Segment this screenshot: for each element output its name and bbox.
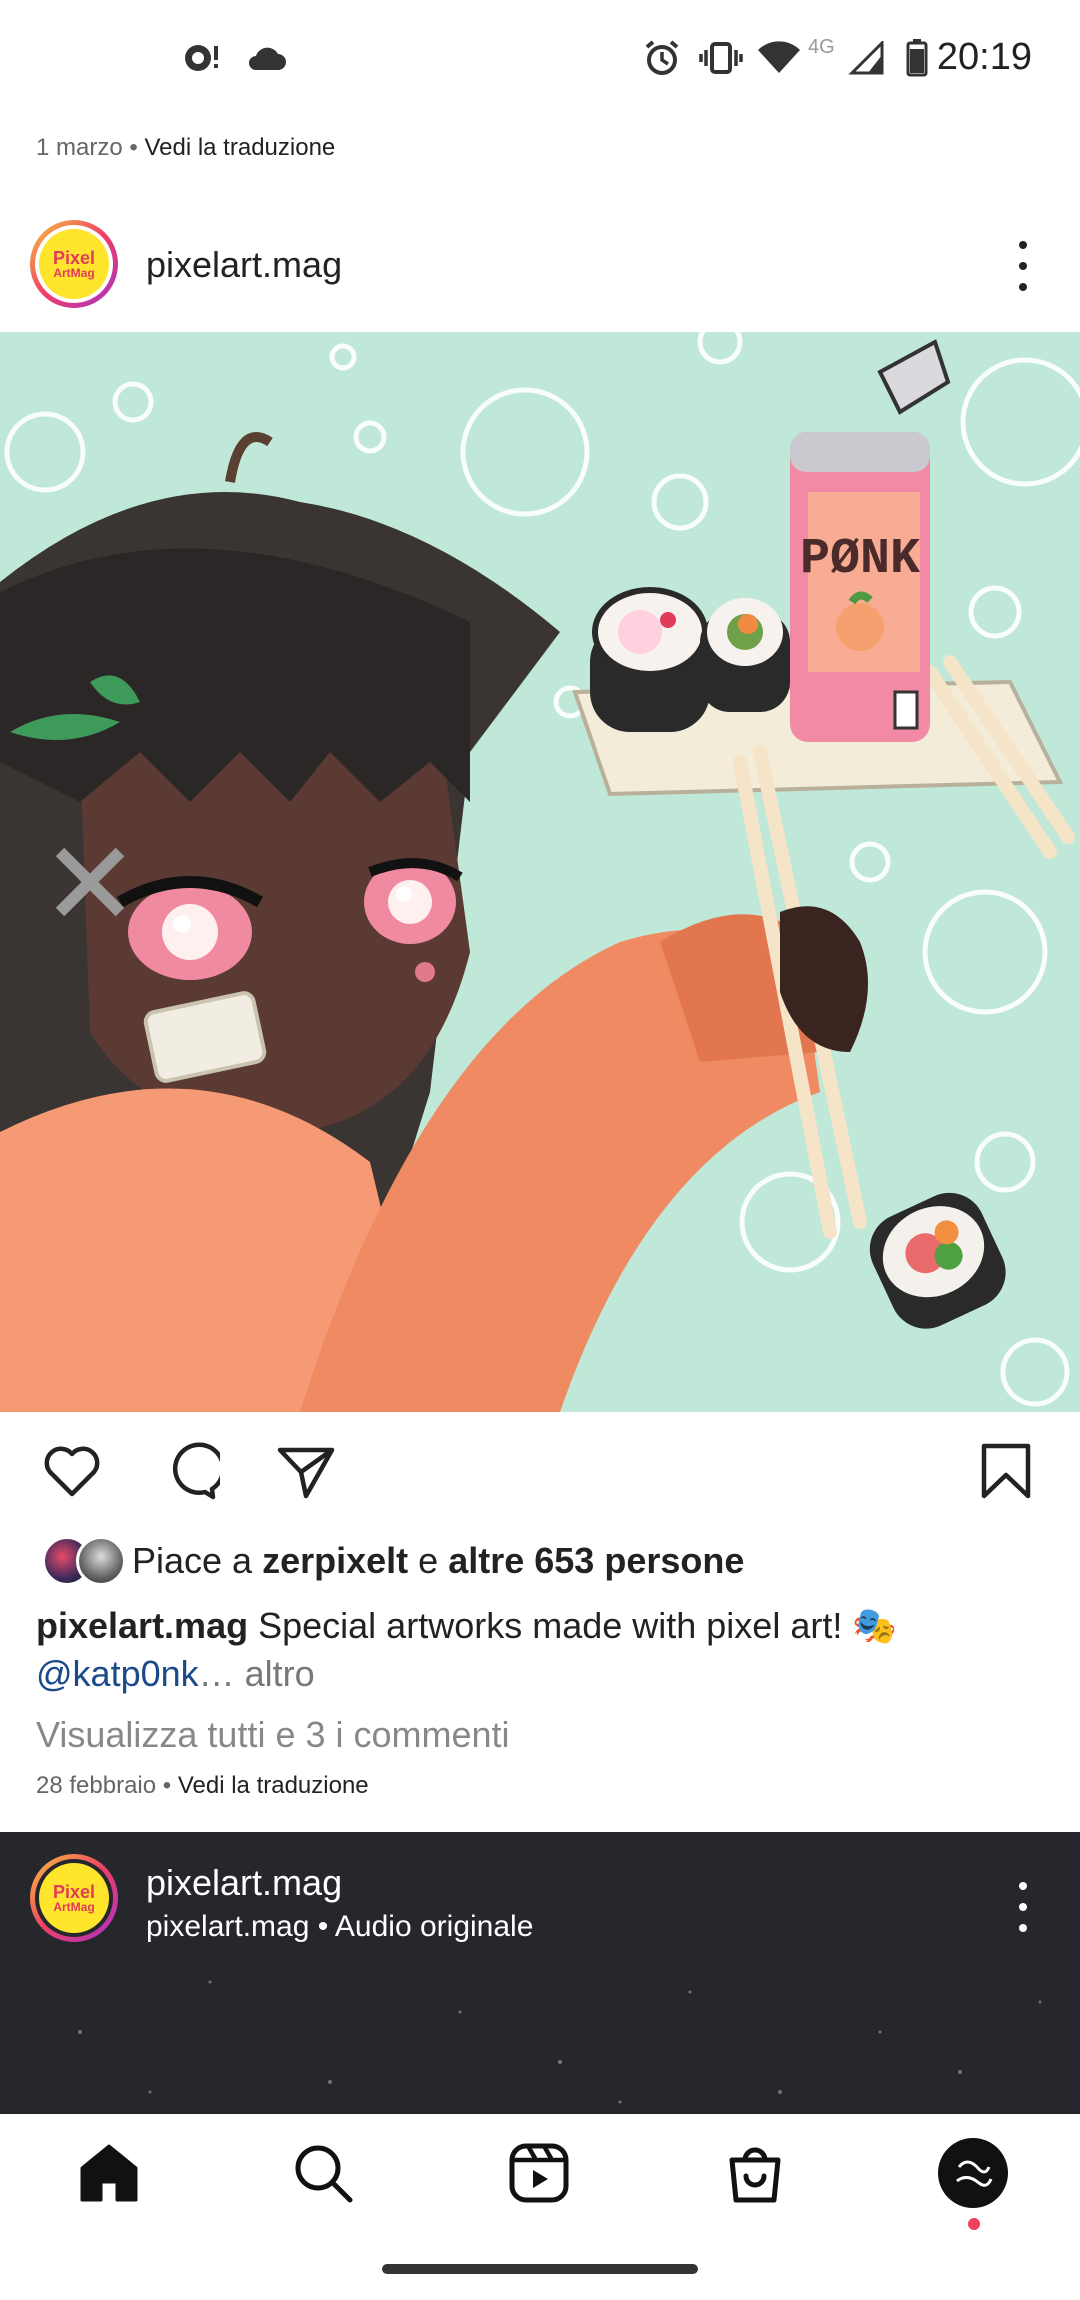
avatar-logo-subtext: ArtMag <box>53 266 95 280</box>
shop-icon <box>729 2147 781 2203</box>
avatar-logo-subtext: ArtMag <box>53 1900 95 1914</box>
reel-post[interactable]: Pixel ArtMag pixelart.mag pixelart.mag • … <box>0 1832 1080 2114</box>
post-caption: pixelart.mag Special artworks made with … <box>36 1602 1046 1698</box>
network-type-label: 4G <box>808 36 835 58</box>
wifi-icon <box>756 38 802 78</box>
caption-ellipsis: … <box>198 1653 235 1694</box>
home-indicator[interactable] <box>382 2264 698 2274</box>
previous-post-translate-link[interactable]: Vedi la traduzione <box>144 134 335 161</box>
previous-post-date: 1 marzo <box>36 134 123 161</box>
nav-profile[interactable] <box>936 2136 1010 2210</box>
search-icon <box>295 2145 353 2203</box>
nav-shop[interactable] <box>722 2140 788 2206</box>
avatar-logo-text: Pixel <box>52 248 96 268</box>
post-options-button[interactable] <box>1008 241 1038 291</box>
previous-post-meta: 1 marzo • Vedi la traduzione <box>36 134 336 161</box>
save-button[interactable] <box>976 1442 1036 1502</box>
chat-notification-icon <box>180 38 224 78</box>
vibrate-icon <box>698 38 744 78</box>
status-bar: 4G 20:19 <box>0 0 1080 120</box>
post-illustration: PØNK <box>0 332 1080 1412</box>
heart-icon <box>44 1446 100 1497</box>
post-author-avatar[interactable]: Pixel ArtMag <box>30 220 118 308</box>
share-button[interactable] <box>276 1442 336 1502</box>
caption-username[interactable]: pixelart.mag <box>36 1605 248 1646</box>
sushi-rolls <box>590 587 790 732</box>
comment-button[interactable] <box>160 1442 226 1502</box>
profile-avatar <box>938 2138 1008 2208</box>
like-button[interactable] <box>42 1442 102 1502</box>
battery-icon <box>902 38 932 78</box>
reel-options-button[interactable] <box>1008 1882 1038 1932</box>
nav-home[interactable] <box>76 2140 142 2206</box>
reel-author-avatar[interactable]: Pixel ArtMag <box>30 1854 118 1942</box>
can-label: PØNK <box>800 531 920 588</box>
avatar-logo-text: Pixel <box>52 1882 96 1902</box>
post-image[interactable]: PØNK <box>0 332 1080 1412</box>
post-date: 28 febbraio <box>36 1772 157 1799</box>
post-author-username[interactable]: pixelart.mag <box>146 244 342 286</box>
likes-others[interactable]: altre 653 persone <box>448 1540 744 1582</box>
likes-user[interactable]: zerpixelt <box>262 1540 408 1582</box>
liker-avatar <box>76 1536 126 1586</box>
caption-text: Special artworks made with pixel art! 🎭 <box>258 1605 898 1646</box>
caption-more-link[interactable]: altro <box>245 1653 315 1694</box>
likes-and: e <box>418 1540 439 1581</box>
post-translate-link[interactable]: Vedi la traduzione <box>178 1772 369 1799</box>
post-meta: 28 febbraio • Vedi la traduzione <box>36 1772 369 1799</box>
reel-audio-label[interactable]: pixelart.mag • Audio originale <box>146 1910 533 1944</box>
view-comments-link[interactable]: Visualizza tutti e 3 i commenti <box>36 1714 510 1756</box>
home-icon <box>80 2144 138 2202</box>
reels-icon <box>509 2143 569 2203</box>
likes-summary[interactable]: Piace a zerpixelt e altre 653 persone <box>36 1536 744 1586</box>
caption-mention[interactable]: @katp0nk <box>36 1653 199 1694</box>
signal-icon <box>846 38 886 78</box>
status-time: 20:19 <box>936 36 1032 78</box>
liker-avatars <box>36 1536 132 1586</box>
bookmark-icon <box>981 1443 1031 1499</box>
likes-prefix: Piace a <box>132 1540 253 1581</box>
alarm-icon <box>640 38 684 78</box>
profile-notification-dot <box>968 2218 980 2230</box>
reel-author-username[interactable]: pixelart.mag <box>146 1862 342 1904</box>
send-icon <box>277 1447 335 1499</box>
comment-icon <box>172 1442 226 1500</box>
cloud-icon <box>244 38 288 78</box>
nav-reels[interactable] <box>506 2140 572 2206</box>
nav-search[interactable] <box>290 2140 356 2206</box>
